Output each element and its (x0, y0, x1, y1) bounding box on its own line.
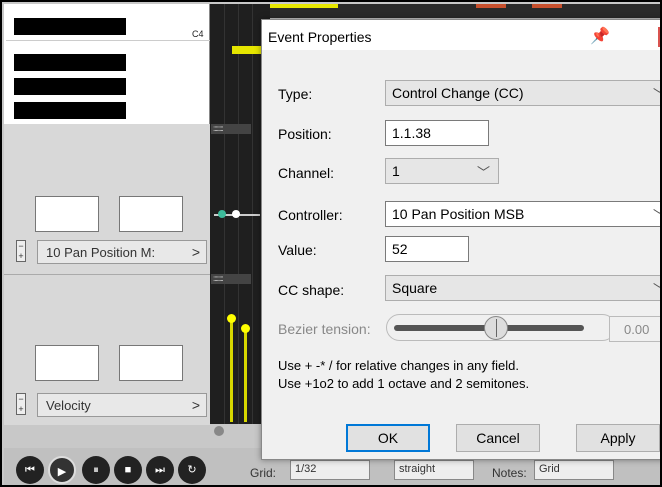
bezier-value-input[interactable]: 0.00 (609, 316, 660, 342)
grid-label: Grid: (250, 466, 277, 480)
chevron-down-icon: ﹀ (476, 165, 490, 180)
key-divider (6, 40, 210, 41)
swing-dropdown[interactable]: straight (394, 460, 474, 480)
ok-button[interactable]: OK (346, 424, 430, 452)
black-key[interactable] (14, 18, 126, 35)
cc-shape-label: CC shape: (278, 282, 345, 298)
midi-editor-window: C4 :::::::: :::::::: − + 10 Pan Position … (0, 0, 662, 487)
chevron-down-icon: ﹀ (653, 84, 660, 103)
cc-lane-header[interactable]: :::::::: (211, 124, 251, 134)
type-label: Type: (278, 86, 313, 102)
cc-lane-panel: − + 10 Pan Position M: > (4, 124, 210, 274)
play-icon[interactable]: ▶ (48, 456, 76, 484)
velocity-lane-header[interactable]: :::::::: (211, 274, 251, 284)
channel-select-value: 1 (392, 163, 400, 179)
cc-shape-select-value: Square (392, 280, 438, 296)
black-key[interactable] (14, 78, 126, 95)
region-marker (476, 4, 506, 8)
value-label: Value: (278, 242, 317, 258)
black-key[interactable] (14, 102, 126, 119)
lane-plus-minus[interactable]: − + (16, 240, 26, 262)
hint-octave: Use +1o2 to add 1 octave and 2 semitones… (278, 376, 530, 391)
cc-value-box[interactable] (35, 196, 99, 232)
velocity-lane-panel: − + Velocity > (4, 275, 210, 425)
close-icon[interactable] (658, 27, 660, 47)
lane-plus-minus[interactable]: − + (16, 393, 26, 415)
piano-keyboard[interactable]: C4 (4, 4, 210, 124)
chevron-right-icon: > (191, 397, 200, 413)
velocity-value-box[interactable] (35, 345, 99, 381)
cc-point[interactable] (218, 210, 226, 218)
midi-note[interactable] (232, 46, 262, 54)
dialog-title: Event Properties (268, 29, 372, 45)
bezier-tension-label: Bezier tension: (278, 321, 371, 337)
controller-select-value: 10 Pan Position MSB (392, 206, 525, 222)
dialog-title-bar[interactable]: Event Properties 📌 (262, 20, 660, 50)
scroll-left-icon[interactable] (214, 426, 224, 436)
chevron-right-icon: > (191, 244, 200, 260)
channel-select[interactable]: 1 ﹀ (385, 158, 499, 184)
cc-shape-select[interactable]: Square ﹀ (385, 275, 660, 301)
apply-button[interactable]: Apply (576, 424, 660, 452)
repeat-icon[interactable]: ↻ (178, 456, 206, 484)
notes-label: Notes: (492, 466, 527, 480)
type-select-value: Control Change (CC) (392, 85, 524, 101)
cc-value-box[interactable] (119, 196, 183, 232)
skip-back-icon[interactable]: ⏮ (16, 456, 44, 484)
position-label: Position: (278, 126, 332, 142)
pause-icon[interactable]: ⏸ (82, 456, 110, 484)
event-properties-dialog: Event Properties 📌 Type: Control Change … (261, 19, 660, 460)
cc-lane-selector-label: 10 Pan Position M: (46, 245, 156, 260)
velocity-lane-selector-label: Velocity (46, 398, 91, 413)
notes-dropdown[interactable]: Grid (534, 460, 614, 480)
black-key[interactable] (14, 54, 126, 71)
note-label-c4: C4 (192, 29, 204, 39)
chevron-down-icon: ﹀ (653, 279, 660, 298)
velocity-lane-selector[interactable]: Velocity > (37, 393, 207, 417)
cancel-button[interactable]: Cancel (456, 424, 540, 452)
hint-relative: Use + -* / for relative changes in any f… (278, 358, 519, 373)
velocity-handle[interactable] (227, 314, 236, 323)
grid-dropdown[interactable]: 1/32 (290, 460, 370, 480)
controller-label: Controller: (278, 207, 343, 223)
skip-forward-icon[interactable]: ⏭ (146, 456, 174, 484)
bezier-slider-handle[interactable] (484, 316, 508, 340)
controller-select[interactable]: 10 Pan Position MSB ﹀ (385, 201, 660, 227)
chevron-down-icon: ﹀ (653, 205, 660, 224)
cc-point-selected[interactable] (232, 210, 240, 218)
pin-icon[interactable]: 📌 (590, 26, 610, 46)
value-input[interactable]: 52 (385, 236, 469, 262)
velocity-stem[interactable] (230, 318, 233, 422)
position-input[interactable]: 1.1.38 (385, 120, 489, 146)
cc-lane-selector[interactable]: 10 Pan Position M: > (37, 240, 207, 264)
channel-label: Channel: (278, 165, 335, 181)
velocity-handle[interactable] (241, 324, 250, 333)
velocity-value-box[interactable] (119, 345, 183, 381)
stop-icon[interactable]: ■ (114, 456, 142, 484)
type-select[interactable]: Control Change (CC) ﹀ (385, 80, 660, 106)
velocity-stem[interactable] (244, 328, 247, 422)
region-marker (532, 4, 562, 8)
